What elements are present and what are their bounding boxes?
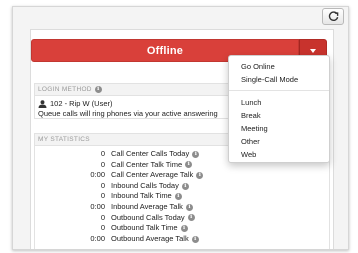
info-icon[interactable]: i: [94, 86, 102, 93]
stat-label: Inbound Talk Time i: [111, 191, 182, 202]
stat-label: Call Center Talk Time i: [111, 160, 193, 171]
stat-label: Outbound Average Talk i: [111, 234, 199, 245]
stat-value: 0: [100, 212, 105, 222]
refresh-button[interactable]: [322, 8, 344, 25]
login-user-label: 102 - Rip W (User): [50, 99, 113, 108]
stat-label: Inbound Calls Today i: [111, 181, 189, 192]
stat-label: Outbound Calls Today i: [111, 213, 195, 224]
menu-divider: [229, 90, 329, 91]
menu-item-meeting[interactable]: Meeting: [241, 124, 268, 133]
info-icon[interactable]: i: [185, 203, 193, 211]
stat-row: 0:00 Call Center Average Talk i: [35, 170, 329, 181]
stat-value: 0: [100, 149, 105, 158]
menu-item-other[interactable]: Other: [241, 137, 260, 146]
stat-row: 0:00 Inbound Average Talk i: [35, 202, 329, 213]
caret-down-icon: [310, 48, 316, 53]
stat-value: 0: [100, 159, 105, 169]
stat-value: 0: [100, 191, 105, 201]
info-icon[interactable]: i: [187, 214, 195, 222]
stat-row: 0 Outbound Calls Today i: [35, 213, 329, 224]
login-method-title: LOGIN METHOD: [38, 86, 92, 93]
stat-row: 0 Outbound Talk Time i: [35, 223, 329, 234]
stat-value: 0:00: [90, 233, 105, 243]
info-icon[interactable]: i: [191, 235, 199, 243]
menu-item-web[interactable]: Web: [241, 150, 256, 159]
info-icon[interactable]: i: [185, 161, 193, 169]
stat-value: 0:00: [90, 170, 105, 180]
refresh-icon: [328, 11, 338, 21]
stat-row: 0 Inbound Calls Today i: [35, 181, 329, 192]
stat-value: 0: [100, 180, 105, 190]
stat-row: 0:00 Outbound Average Talk i: [35, 234, 329, 245]
stat-label: Call Center Average Talk i: [111, 170, 204, 181]
stat-label: Call Center Calls Today i: [111, 149, 200, 160]
menu-item-break[interactable]: Break: [241, 111, 261, 120]
info-icon[interactable]: i: [174, 193, 182, 201]
user-icon: [38, 99, 47, 108]
info-icon[interactable]: i: [196, 171, 204, 179]
info-icon[interactable]: i: [181, 182, 189, 190]
stat-label: Inbound Average Talk i: [111, 202, 193, 213]
menu-item-go-online[interactable]: Go Online: [241, 62, 275, 71]
info-icon[interactable]: i: [180, 224, 188, 232]
stat-row: 0 Inbound Talk Time i: [35, 191, 329, 202]
stat-label: Outbound Talk Time i: [111, 223, 188, 234]
menu-item-single-call-mode[interactable]: Single-Call Mode: [241, 75, 298, 84]
menu-item-lunch[interactable]: Lunch: [241, 98, 261, 107]
my-statistics-title: MY STATISTICS: [38, 136, 90, 143]
stat-value: 0:00: [90, 201, 105, 211]
stat-value: 0: [100, 223, 105, 233]
status-dropdown-menu: Go Online Single-Call Mode Lunch Break M…: [228, 55, 330, 163]
top-bar: [13, 7, 348, 29]
info-icon[interactable]: i: [192, 150, 200, 158]
